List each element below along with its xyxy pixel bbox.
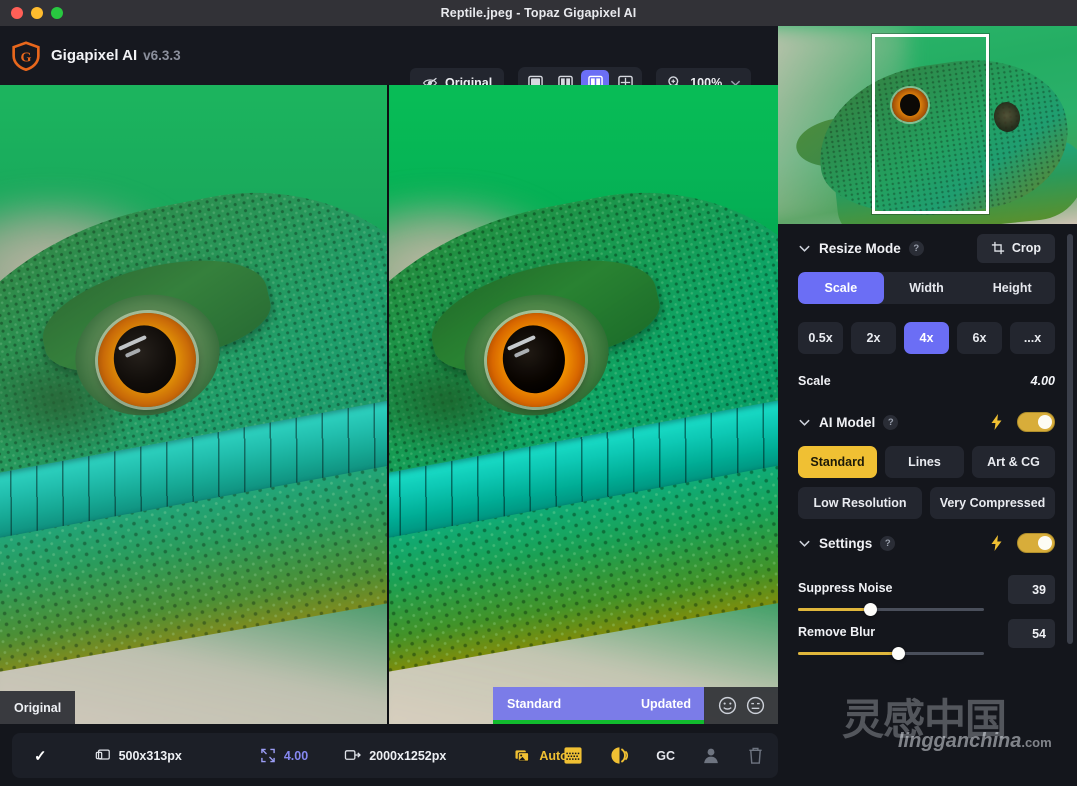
scale-value: 4.00 [1031, 374, 1055, 388]
ai-model-auto-toggle[interactable] [1017, 412, 1055, 432]
crop-label: Crop [1012, 241, 1041, 255]
chevron-down-icon[interactable] [798, 242, 811, 255]
app-version: v6.3.3 [143, 48, 181, 63]
pane-original[interactable]: Original [0, 85, 389, 724]
ai-model-title: AI Model [819, 415, 875, 430]
crop-icon [991, 241, 1005, 255]
output-size-item: 2000x1252px [344, 748, 446, 763]
resize-mode-width[interactable]: Width [884, 272, 970, 304]
scale-preset-6x[interactable]: 6x [957, 322, 1002, 354]
panel-scrollbar[interactable] [1067, 234, 1073, 644]
remove-blur-value[interactable]: 54 [1008, 619, 1055, 648]
ai-model-standard[interactable]: Standard [798, 446, 877, 478]
ai-model-low-resolution[interactable]: Low Resolution [798, 487, 922, 519]
chevron-down-icon[interactable] [798, 416, 811, 429]
scale-factor-item: 4.00 [260, 748, 308, 763]
suppress-noise-value[interactable]: 39 [1008, 575, 1055, 604]
section-header-ai-model[interactable]: AI Model ? [798, 398, 1055, 446]
scale-presets: 0.5x 2x 4x 6x ...x [798, 322, 1055, 354]
section-header-resize-mode[interactable]: Resize Mode ? Crop [798, 224, 1055, 272]
title-bar: Reptile.jpeg - Topaz Gigapixel AI [0, 0, 1077, 26]
lightning-bolt-icon [990, 535, 1003, 551]
resize-arrows-icon [260, 748, 276, 763]
resize-mode-scale[interactable]: Scale [798, 272, 884, 304]
pane-label-original: Original [0, 691, 75, 724]
contrast-icon[interactable] [609, 746, 630, 765]
input-size-item: 500x313px [95, 748, 182, 763]
ai-model-art-and-cg[interactable]: Art & CG [972, 446, 1055, 478]
input-size-value: 500x313px [119, 749, 182, 763]
navigator-preview[interactable] [778, 26, 1077, 224]
resize-mode-segmented: Scale Width Height [798, 272, 1055, 304]
auto-image-icon [514, 748, 531, 763]
ai-model-row-2: Low Resolution Very Compressed [798, 487, 1055, 519]
tool-icons: GC [563, 746, 764, 765]
remove-blur-track[interactable] [798, 652, 984, 655]
chevron-down-icon[interactable] [798, 537, 811, 550]
app-name: Gigapixel AI [51, 47, 137, 64]
bottom-bar: ✓ 500x313px 4.00 [0, 725, 1077, 786]
scale-preset-4x[interactable]: 4x [904, 322, 949, 354]
original-image [0, 85, 387, 724]
grain-icon[interactable] [563, 746, 583, 765]
section-header-settings[interactable]: Settings ? [798, 519, 1055, 567]
ai-model-row-1: Standard Lines Art & CG [798, 446, 1055, 478]
lightning-bolt-icon [990, 414, 1003, 430]
preview-crop-frame[interactable] [872, 34, 989, 214]
pane-processed[interactable]: Standard Updated [389, 85, 778, 724]
slider-suppress-noise: Suppress Noise 39 [798, 581, 1055, 611]
image-canvas: Original [0, 85, 778, 724]
resize-mode-title: Resize Mode [819, 241, 901, 256]
resize-mode-height[interactable]: Height [969, 272, 1055, 304]
smiley-neutral-icon[interactable] [746, 696, 765, 715]
status-card: ✓ 500x313px 4.00 [12, 733, 778, 778]
scale-value-row: Scale 4.00 [798, 368, 1055, 394]
crop-button[interactable]: Crop [977, 234, 1055, 263]
window-title: Reptile.jpeg - Topaz Gigapixel AI [0, 6, 1077, 20]
auto-mode-item[interactable]: Auto [514, 748, 567, 763]
slider-remove-blur: Remove Blur 54 [798, 625, 1055, 655]
scale-preset-0-5x[interactable]: 0.5x [798, 322, 843, 354]
settings-title: Settings [819, 536, 872, 551]
trash-icon[interactable] [747, 746, 764, 765]
suppress-noise-track[interactable] [798, 608, 984, 611]
processed-status-badge: Standard Updated [493, 687, 705, 724]
gigapixel-logo-icon: G [11, 41, 41, 71]
checkmark-icon[interactable]: ✓ [34, 747, 47, 765]
settings-help-icon[interactable]: ? [880, 536, 895, 551]
panel-scroll-area: Resize Mode ? Crop Scale Width Height 0.… [778, 224, 1077, 725]
image-in-icon [95, 748, 111, 763]
feedback-controls [704, 687, 778, 724]
processed-status-text: Updated [641, 697, 691, 711]
resize-mode-help-icon[interactable]: ? [909, 241, 924, 256]
scale-factor-value: 4.00 [284, 749, 308, 763]
smiley-happy-icon[interactable] [718, 696, 737, 715]
right-panel: Resize Mode ? Crop Scale Width Height 0.… [778, 26, 1077, 725]
gc-label[interactable]: GC [656, 749, 675, 763]
brand: G Gigapixel AI v6.3.3 [0, 41, 181, 71]
remove-blur-thumb[interactable] [892, 647, 905, 660]
app-window: Reptile.jpeg - Topaz Gigapixel AI G Giga… [0, 0, 1077, 786]
ai-model-lines[interactable]: Lines [885, 446, 964, 478]
suppress-noise-thumb[interactable] [864, 603, 877, 616]
scale-preset-custom[interactable]: ...x [1010, 322, 1055, 354]
processed-model-name: Standard [507, 697, 561, 711]
ai-model-very-compressed[interactable]: Very Compressed [930, 487, 1055, 519]
svg-text:G: G [21, 49, 32, 65]
ai-model-help-icon[interactable]: ? [883, 415, 898, 430]
processed-image [389, 85, 778, 724]
output-size-value: 2000x1252px [369, 749, 446, 763]
scale-label: Scale [798, 374, 831, 388]
image-out-icon [344, 748, 361, 763]
settings-auto-toggle[interactable] [1017, 533, 1055, 553]
face-recovery-icon[interactable] [701, 746, 721, 765]
scale-preset-2x[interactable]: 2x [851, 322, 896, 354]
